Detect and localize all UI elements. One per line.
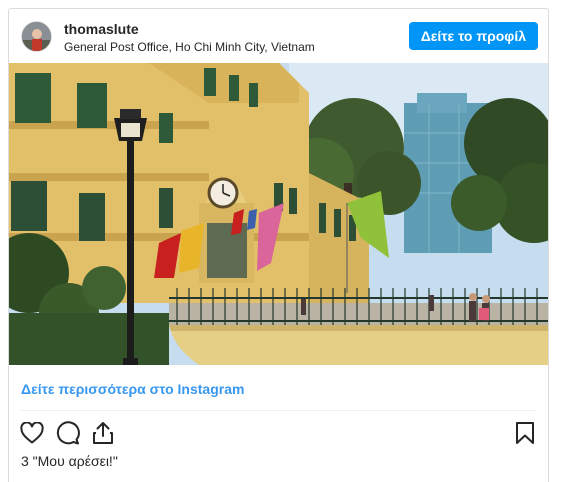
post-photo[interactable]: [9, 63, 548, 365]
view-profile-button[interactable]: Δείτε το προφίλ: [408, 22, 538, 50]
heart-icon[interactable]: [19, 420, 45, 446]
post-header: thomaslute General Post Office, Ho Chi M…: [9, 9, 548, 63]
share-icon[interactable]: [90, 420, 116, 446]
likes-count[interactable]: 3 "Μου αρέσει!": [21, 453, 118, 469]
location-link[interactable]: General Post Office, Ho Chi Minh City, V…: [64, 40, 315, 54]
action-bar: [9, 416, 548, 450]
avatar[interactable]: [21, 21, 52, 52]
post-office-photo: [9, 63, 548, 365]
comment-icon[interactable]: [55, 420, 81, 446]
username[interactable]: thomaslute: [64, 21, 139, 37]
bookmark-icon[interactable]: [512, 420, 538, 446]
divider: [21, 410, 536, 411]
instagram-embed-card: thomaslute General Post Office, Ho Chi M…: [8, 8, 549, 482]
view-more-link[interactable]: Δείτε περισσότερα στο Instagram: [21, 381, 244, 397]
